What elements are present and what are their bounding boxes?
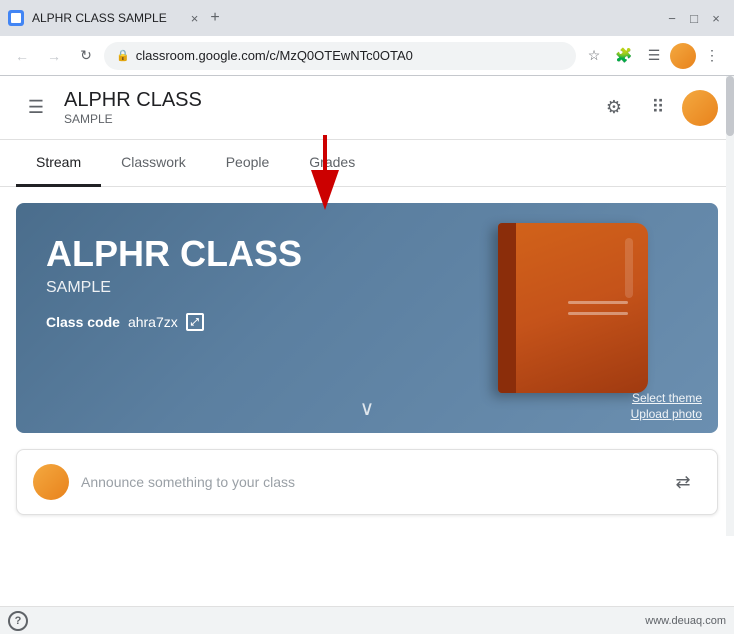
star-button[interactable]: ☆	[580, 42, 608, 70]
back-button[interactable]: ←	[8, 42, 36, 70]
class-code-value: ahra7zx	[128, 314, 178, 330]
app-header: ☰ ALPHR CLASS SAMPLE ⚙ ⠿	[0, 76, 734, 140]
extensions-button[interactable]: 🧩	[610, 42, 638, 70]
settings-button[interactable]: ⚙	[594, 88, 634, 128]
class-name-title: ALPHR CLASS	[64, 89, 202, 112]
tab-classwork[interactable]: Classwork	[101, 140, 206, 187]
apps-grid-button[interactable]: ⠿	[638, 88, 678, 128]
url-text: classroom.google.com/c/MzQ0OTEwNTc0OTA0	[136, 48, 564, 63]
menu-button[interactable]: ⋮	[698, 42, 726, 70]
banner-bottom-actions: Select theme Upload photo	[631, 391, 702, 421]
announce-input[interactable]: Announce something to your class	[81, 474, 653, 490]
select-theme-link[interactable]: Select theme	[632, 391, 702, 405]
bottom-bar: ? www.deuaq.com	[0, 606, 734, 634]
minimize-button[interactable]: −	[662, 11, 682, 25]
save-to-list-button[interactable]: ☰	[640, 42, 668, 70]
expand-code-icon[interactable]: ⤢	[186, 313, 204, 331]
window-controls: − □ ×	[662, 11, 726, 25]
address-field[interactable]: 🔒 classroom.google.com/c/MzQ0OTEwNTc0OTA…	[104, 42, 576, 70]
class-code-label: Class code	[46, 314, 120, 330]
app-container: ☰ ALPHR CLASS SAMPLE ⚙ ⠿ Stream Classwor…	[0, 76, 734, 606]
close-button[interactable]: ×	[706, 11, 726, 25]
upload-photo-link[interactable]: Upload photo	[631, 407, 702, 421]
profile-avatar-browser[interactable]	[670, 43, 696, 69]
reload-button[interactable]: ↻	[72, 42, 100, 70]
bottom-url: www.deuaq.com	[645, 615, 726, 627]
address-bar-row: ← → ↻ 🔒 classroom.google.com/c/MzQ0OTEwN…	[0, 36, 734, 76]
nav-tabs: Stream Classwork People Grades	[0, 140, 734, 187]
hamburger-menu[interactable]: ☰	[16, 88, 56, 128]
scrollbar-track[interactable]	[726, 76, 734, 536]
announce-section: Announce something to your class ⇄	[16, 449, 718, 515]
tab-title: ALPHR CLASS SAMPLE	[32, 11, 167, 25]
new-tab-icon[interactable]: +	[210, 9, 219, 27]
forward-button[interactable]: →	[40, 42, 68, 70]
header-actions: ⚙ ⠿	[594, 88, 718, 128]
tab-people[interactable]: People	[206, 140, 290, 187]
repost-button[interactable]: ⇄	[665, 464, 701, 500]
banner-chevron[interactable]: ∨	[360, 396, 375, 421]
user-avatar-announce	[33, 464, 69, 500]
profile-avatar[interactable]	[682, 90, 718, 126]
help-button[interactable]: ?	[8, 611, 28, 631]
lock-icon: 🔒	[116, 49, 130, 62]
announce-box: Announce something to your class ⇄	[16, 449, 718, 515]
maximize-button[interactable]: □	[684, 11, 704, 25]
scrollbar-thumb[interactable]	[726, 76, 734, 136]
class-banner: ALPHR CLASS SAMPLE Class code ahra7zx ⤢	[16, 203, 718, 433]
app-title-block: ALPHR CLASS SAMPLE	[64, 89, 202, 126]
tab-close-icon[interactable]: ×	[191, 11, 199, 26]
tab-stream[interactable]: Stream	[16, 140, 101, 187]
tab-favicon	[8, 10, 24, 26]
class-subtitle: SAMPLE	[64, 112, 202, 126]
browser-actions: ☆ 🧩 ☰ ⋮	[580, 42, 726, 70]
banner-book-decoration	[498, 223, 658, 403]
browser-frame: ALPHR CLASS SAMPLE × + − □ × ← → ↻ 🔒 cla…	[0, 0, 734, 604]
tab-grades[interactable]: Grades	[289, 140, 375, 187]
title-bar: ALPHR CLASS SAMPLE × + − □ ×	[0, 0, 734, 36]
